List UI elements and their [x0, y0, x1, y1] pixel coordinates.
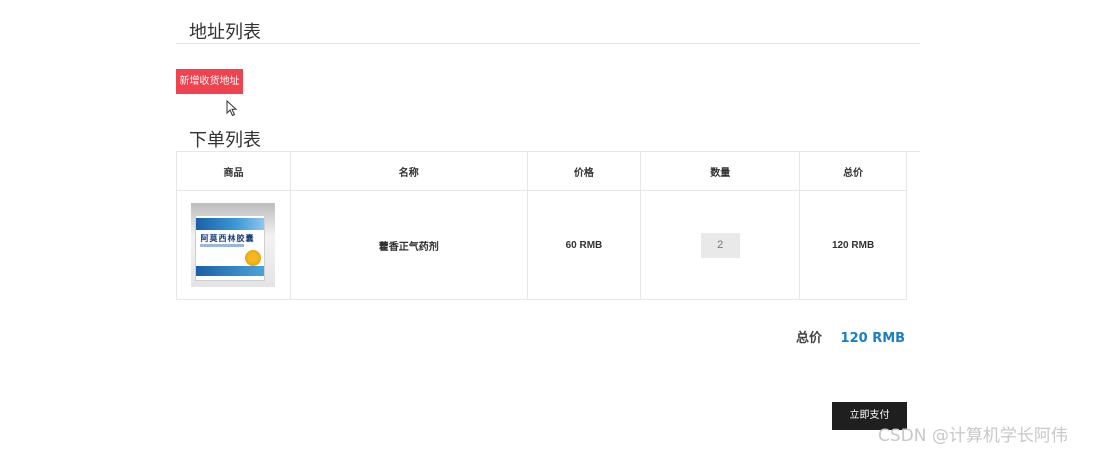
row-total: 120 RMB [799, 190, 907, 300]
column-header-total: 总价 [799, 151, 907, 191]
order-total: 总价 120 RMB [796, 327, 905, 346]
order-divider [907, 151, 920, 152]
badge-icon [245, 250, 262, 266]
medicine-box-image[interactable]: 阿莫西林胶囊 [191, 203, 276, 287]
column-header-product: 商品 [176, 151, 291, 191]
add-address-button[interactable]: 新增收货地址 [176, 69, 243, 94]
product-name: 藿香正气药剂 [289, 190, 528, 300]
total-label: 总价 [796, 331, 823, 346]
quantity-input[interactable]: 2 [700, 232, 740, 258]
address-divider [176, 43, 920, 44]
column-header-quantity: 数量 [640, 151, 801, 191]
table-header-row: 商品 名称 价格 数量 总价 [176, 151, 907, 191]
watermark: CSDN @计算机学长阿伟 [878, 426, 1068, 446]
product-image-cell: 阿莫西林胶囊 [176, 190, 291, 300]
mouse-pointer-icon [226, 100, 238, 117]
order-list-title: 下单列表 [189, 130, 261, 151]
column-header-name: 名称 [289, 151, 528, 191]
product-image-text: 阿莫西林胶囊 [200, 234, 255, 243]
quantity-cell: 2 [640, 190, 801, 300]
order-table: 商品 名称 价格 数量 总价 阿莫西林胶囊 藿香正气药剂 60 RMB 2 12… [176, 151, 907, 300]
column-header-price: 价格 [526, 151, 642, 191]
address-list-title: 地址列表 [189, 22, 261, 43]
total-value: 120 RMB [840, 331, 906, 346]
product-price: 60 RMB [526, 190, 642, 300]
box-front: 阿莫西林胶囊 [195, 215, 266, 281]
table-row: 阿莫西林胶囊 藿香正气药剂 60 RMB 2 120 RMB [176, 190, 907, 300]
